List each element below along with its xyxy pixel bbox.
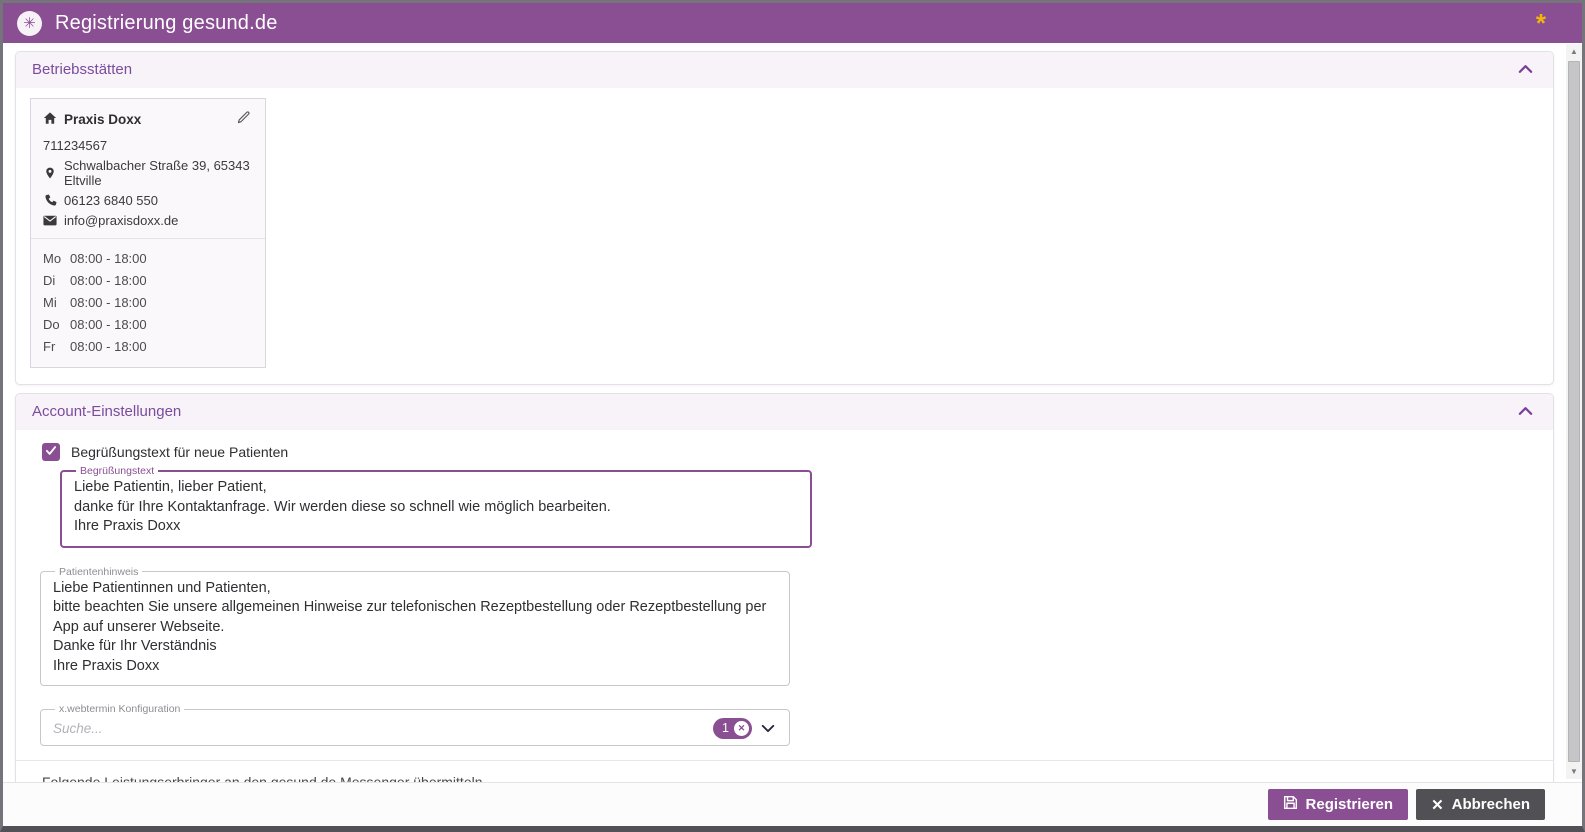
practice-number-row: 711234567 <box>43 138 253 153</box>
scroll-up-arrow-icon[interactable]: ▲ <box>1566 44 1582 59</box>
chevron-up-icon <box>1518 404 1533 419</box>
gesund-de-logo-icon: ✳ <box>17 10 42 36</box>
selection-count-badge[interactable]: 1 ✕ <box>713 717 752 739</box>
webtermin-dropdown-button[interactable] <box>759 719 777 738</box>
location-pin-icon <box>43 166 57 180</box>
vertical-scrollbar[interactable]: ▲ ▼ <box>1566 44 1582 779</box>
hour-day: Fr <box>43 338 56 354</box>
betriebsstaetten-collapse-button[interactable] <box>1514 60 1537 79</box>
practice-phone: 06123 6840 550 <box>64 193 158 208</box>
greeting-text-field: Begrüßungstext Liebe Patientin, lieber P… <box>60 465 812 548</box>
checkmark-icon <box>45 443 57 461</box>
account-body: Begrüßungstext für neue Patienten Begrüß… <box>16 430 1553 826</box>
scroll-down-arrow-icon[interactable]: ▼ <box>1566 764 1582 779</box>
patient-note-field: Patientenhinweis Liebe Patientinnen und … <box>40 565 790 686</box>
practice-email-row: info@praxisdoxx.de <box>43 213 253 228</box>
hour-time: 08:00 - 18:00 <box>70 316 147 332</box>
greeting-text-label: Begrüßungstext <box>80 465 155 477</box>
betriebsstaetten-title: Betriebsstätten <box>32 61 133 78</box>
dialog-content: Betriebsstätten Praxis Doxx 711234567 Sc… <box>3 43 1582 826</box>
webtermin-search-input[interactable]: Suche... <box>53 721 713 736</box>
practice-name: Praxis Doxx <box>64 111 142 127</box>
divider <box>16 760 1553 761</box>
mail-icon <box>43 215 57 226</box>
greeting-textarea[interactable]: Liebe Patientin, lieber Patient, danke f… <box>74 478 798 537</box>
chevron-up-icon <box>1518 62 1533 77</box>
opening-hours: Mo 08:00 - 18:00 Di 08:00 - 18:00 Mi 08:… <box>31 238 265 361</box>
register-button-label: Registrieren <box>1305 796 1394 813</box>
close-icon: ✕ <box>1431 796 1444 814</box>
hour-day: Do <box>43 316 60 332</box>
practice-phone-row: 06123 6840 550 <box>43 193 253 208</box>
opening-hours-row: Di 08:00 - 18:00 <box>43 269 253 291</box>
patient-note-label: Patientenhinweis <box>59 565 139 578</box>
hour-time: 08:00 - 18:00 <box>70 250 147 266</box>
titlebar: ✳ Registrierung gesund.de * <box>3 3 1582 43</box>
registration-dialog-window: ✳ Registrierung gesund.de * Betriebsstät… <box>0 0 1585 832</box>
hour-day: Mo <box>43 250 62 266</box>
opening-hours-row: Mi 08:00 - 18:00 <box>43 291 253 313</box>
section-account-einstellungen: Account-Einstellungen Begrüßungstext für… <box>15 393 1554 826</box>
opening-hours-row: Mo 08:00 - 18:00 <box>43 247 253 269</box>
greeting-checkbox[interactable] <box>42 443 60 461</box>
edit-practice-button[interactable] <box>234 108 253 130</box>
remove-selection-icon[interactable]: ✕ <box>734 720 749 736</box>
webtermin-config-label: x.webtermin Konfiguration <box>59 703 181 715</box>
chevron-down-icon <box>761 721 775 736</box>
greeting-checkbox-label: Begrüßungstext für neue Patienten <box>71 444 289 460</box>
webtermin-config-field: x.webtermin Konfiguration Suche... 1 ✕ <box>40 703 790 746</box>
patient-note-textarea[interactable]: Liebe Patientinnen und Patienten, bitte … <box>53 579 777 677</box>
practice-email: info@praxisdoxx.de <box>64 213 179 228</box>
hour-time: 08:00 - 18:00 <box>70 272 147 288</box>
practice-card: Praxis Doxx 711234567 Schwalbacher Straß… <box>30 98 266 368</box>
unsaved-changes-indicator: * <box>1535 8 1546 38</box>
register-button[interactable]: Registrieren <box>1267 789 1409 820</box>
home-icon <box>43 111 57 128</box>
greeting-checkbox-row: Begrüßungstext für neue Patienten <box>42 443 1539 461</box>
account-header[interactable]: Account-Einstellungen <box>16 394 1553 430</box>
selection-count: 1 <box>722 721 729 735</box>
dialog-footer: Registrieren ✕ Abbrechen <box>3 782 1582 826</box>
opening-hours-row: Fr 08:00 - 18:00 <box>43 335 253 357</box>
window-title: Registrierung gesund.de <box>55 11 278 34</box>
scrollbar-thumb[interactable] <box>1568 61 1580 762</box>
opening-hours-row: Do 08:00 - 18:00 <box>43 313 253 335</box>
phone-icon <box>43 194 57 207</box>
section-betriebsstaetten: Betriebsstätten Praxis Doxx 711234567 Sc… <box>15 51 1554 385</box>
practice-number: 711234567 <box>43 138 108 153</box>
save-icon <box>1283 795 1298 814</box>
betriebsstaetten-body: Praxis Doxx 711234567 Schwalbacher Straß… <box>16 88 1553 384</box>
hour-time: 08:00 - 18:00 <box>70 338 147 354</box>
account-collapse-button[interactable] <box>1514 402 1537 421</box>
pencil-icon <box>236 110 251 128</box>
cancel-button[interactable]: ✕ Abbrechen <box>1416 789 1545 820</box>
hour-day: Mi <box>43 294 57 310</box>
cancel-button-label: Abbrechen <box>1451 796 1530 813</box>
hour-day: Di <box>43 272 56 288</box>
account-title: Account-Einstellungen <box>32 403 182 420</box>
practice-address: Schwalbacher Straße 39, 65343 Eltville <box>64 158 250 188</box>
practice-address-row: Schwalbacher Straße 39, 65343 Eltville <box>43 158 253 188</box>
betriebsstaetten-header[interactable]: Betriebsstätten <box>16 52 1553 88</box>
hour-time: 08:00 - 18:00 <box>70 294 147 310</box>
